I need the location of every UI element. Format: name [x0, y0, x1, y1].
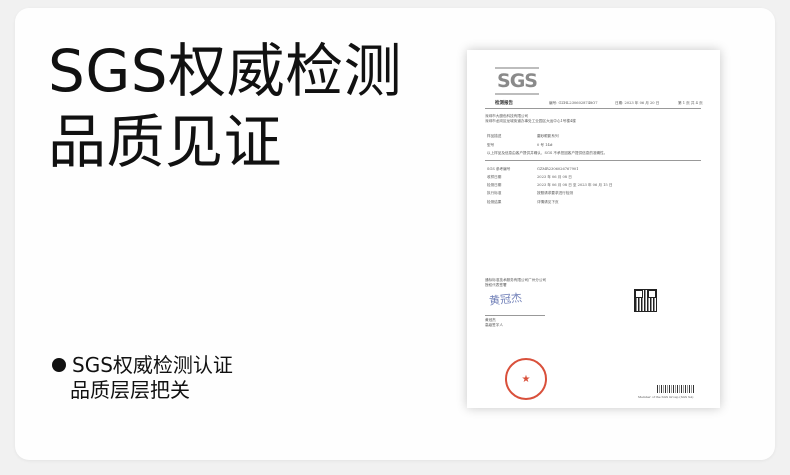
barcode-icon	[657, 385, 695, 393]
value-result: 详情请见下页	[537, 200, 559, 204]
field-result: 检测结果	[487, 200, 502, 204]
field-test-date: 检测日期	[487, 183, 502, 187]
bullet-icon	[52, 358, 66, 372]
sgs-logo: SGS	[495, 67, 539, 95]
field-model: 型号	[487, 143, 495, 147]
feature-row-1: SGS权威检测认证	[52, 355, 233, 375]
value-receive-date: 2023 年 06 月 08 日	[537, 175, 572, 179]
headline-line-1: SGS权威检测	[48, 37, 403, 105]
signer-name: 黄冠杰	[485, 318, 496, 322]
test-report-certificate: SGS 检测报告 编号: GZHL2306028748O7 日期: 2023 年…	[467, 50, 720, 408]
divider	[485, 160, 701, 161]
value-test-date: 2023 年 06 月 08 日 至 2023 年 06 月 15 日	[537, 183, 613, 187]
client-address: 深圳市龙岗区龙城街道办事处工业园区大运中心1号楼4楼	[485, 119, 576, 123]
divider	[485, 108, 701, 109]
signer-title: 高级签字人	[485, 323, 503, 327]
signature-line	[485, 315, 545, 316]
value-model: 0 号 14#	[537, 143, 553, 147]
value-sample: 磨砂眼影系列	[537, 134, 559, 138]
lab-authorized: 授权代表签署	[485, 283, 507, 287]
client-name: 深圳市大魔色科技有限公司	[485, 114, 529, 118]
qr-code-icon	[634, 289, 657, 312]
official-seal-icon: ★	[505, 358, 547, 400]
info-line: 以上样品及信息由客户提供并确认，SGS 不承担因客户提供信息的准确性。	[487, 151, 608, 155]
headline-line-2: 品质见证	[48, 108, 283, 176]
feature-text-2: 品质层层把关	[70, 378, 190, 402]
report-title: 检测报告	[495, 101, 513, 106]
lab-name: 通标标准技术服务有限公司广州分公司	[485, 278, 547, 282]
value-standard: 按照请求要求进行检测	[537, 191, 573, 195]
value-sgs-no: GZMR2306026767901	[537, 167, 579, 171]
feature-text-1: SGS权威检测认证	[72, 353, 233, 377]
signature: 黄冠杰	[488, 291, 523, 308]
report-page: 第 1 页 共 4 页	[678, 101, 703, 105]
report-number: 编号: GZHL2306028748O7	[549, 101, 598, 105]
field-standard: 执行标准	[487, 191, 502, 195]
field-sgs-no: SGS 参考编号	[487, 167, 511, 171]
field-receive-date: 收样日期	[487, 175, 502, 179]
report-date: 日期: 2023 年 06 月 20 日	[615, 101, 660, 105]
footer-note: Member of the SGS Group (SGS SA)	[638, 395, 694, 399]
field-sample: 样品描述	[487, 134, 502, 138]
